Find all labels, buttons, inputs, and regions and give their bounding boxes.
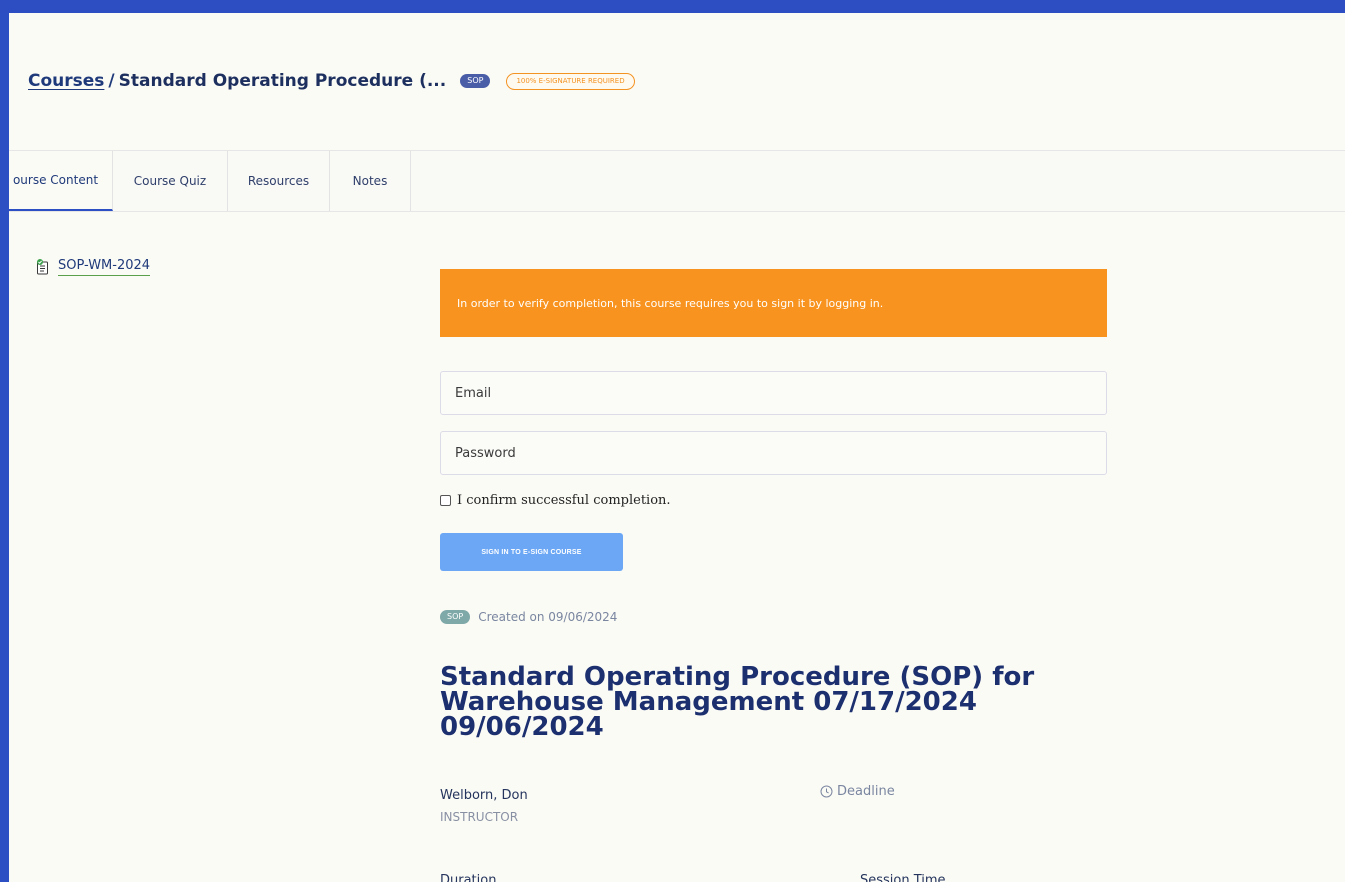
- created-date: Created on 09/06/2024: [478, 610, 618, 624]
- deadline: Deadline: [820, 784, 895, 799]
- sidebar-item-sop-wm-2024[interactable]: SOP-WM-2024: [36, 258, 151, 276]
- breadcrumb: Courses / Standard Operating Procedure (…: [28, 71, 635, 91]
- session-time-label: Session Time: [860, 873, 946, 882]
- tab-label: ourse Content: [12, 173, 99, 187]
- duration-label: Duration: [440, 873, 497, 882]
- confirm-completion[interactable]: I confirm successful completion.: [440, 493, 671, 508]
- course-page: Courses / Standard Operating Procedure (…: [9, 13, 1345, 882]
- esign-alert: In order to verify completion, this cour…: [440, 269, 1107, 337]
- tab-course-quiz[interactable]: Course Quiz: [113, 151, 228, 211]
- tab-label: Course Quiz: [133, 174, 207, 188]
- document-check-icon: [37, 259, 48, 275]
- deadline-label: Deadline: [837, 784, 895, 799]
- instructor-role: INSTRUCTOR: [440, 810, 519, 824]
- password-field[interactable]: [440, 431, 1107, 475]
- course-meta: SOP Created on 09/06/2024: [440, 610, 617, 624]
- confirm-checkbox[interactable]: [440, 495, 451, 506]
- course-title: Standard Operating Procedure (SOP) for W…: [440, 662, 1035, 742]
- sidebar-item-label[interactable]: SOP-WM-2024: [58, 258, 151, 276]
- course-tabs: ourse Content Course Quiz Resources Note…: [9, 150, 1345, 212]
- sign-in-esign-button[interactable]: SIGN IN TO E-SIGN COURSE: [440, 533, 623, 571]
- email-field[interactable]: [440, 371, 1107, 415]
- esignature-required-badge: 100% E-SIGNATURE REQUIRED: [506, 72, 635, 90]
- instructor-name: Welborn, Don: [440, 788, 528, 803]
- alert-text: In order to verify completion, this cour…: [457, 296, 884, 310]
- tab-course-content[interactable]: ourse Content: [9, 151, 113, 211]
- window-top-bar: [0, 0, 1345, 13]
- breadcrumb-courses-link[interactable]: Courses: [28, 71, 104, 91]
- tab-label: Notes: [352, 174, 388, 188]
- sop-badge: SOP: [460, 74, 491, 88]
- tab-label: Resources: [247, 174, 310, 188]
- clock-icon: [820, 785, 833, 798]
- confirm-label[interactable]: I confirm successful completion.: [457, 493, 671, 508]
- tab-resources[interactable]: Resources: [228, 151, 330, 211]
- breadcrumb-separator: /: [108, 71, 115, 91]
- tab-notes[interactable]: Notes: [330, 151, 411, 211]
- course-type-badge: SOP: [440, 610, 471, 624]
- breadcrumb-current: Standard Operating Procedure (...: [118, 71, 447, 91]
